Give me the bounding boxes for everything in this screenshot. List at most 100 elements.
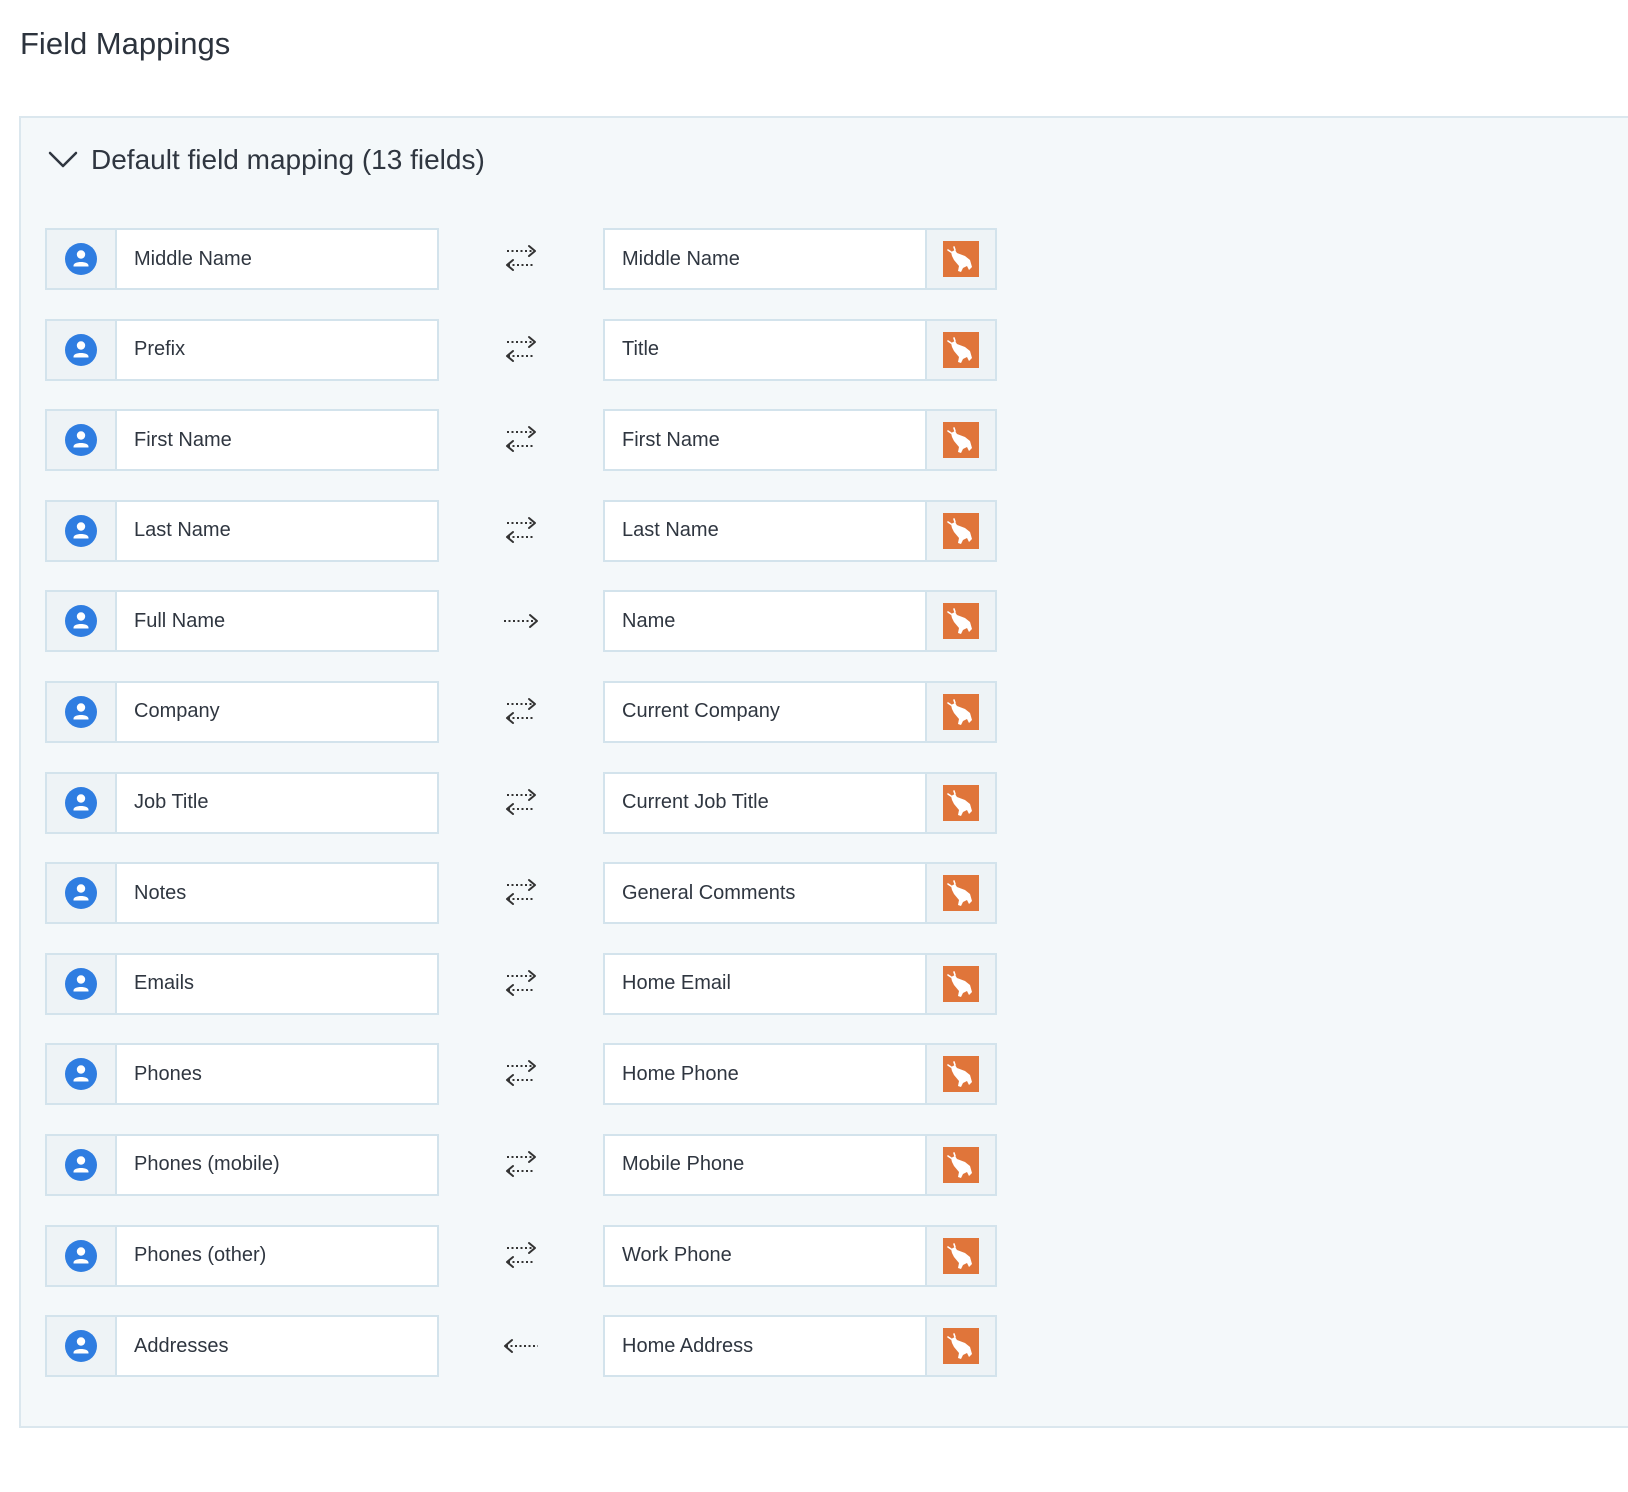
person-circle-icon: [47, 682, 117, 741]
target-field[interactable]: Home Address: [603, 1315, 997, 1378]
source-field-label: Phones (mobile): [134, 1153, 280, 1176]
mapping-row: Notes General Comments: [45, 862, 999, 925]
mapping-row: Emails Home Email: [45, 952, 999, 1015]
person-circle-icon: [47, 592, 117, 651]
target-field-label: Middle Name: [622, 247, 740, 270]
bull-logo-icon: [925, 773, 995, 832]
person-circle-icon: [47, 411, 117, 470]
mapping-row: Job Title Current Job Title: [45, 771, 999, 834]
person-circle-icon: [47, 864, 117, 923]
person-circle-icon: [47, 320, 117, 379]
two-way-arrows-icon[interactable]: [495, 873, 547, 913]
bull-logo-icon: [925, 682, 995, 741]
target-field-label: Name: [622, 609, 676, 632]
mapping-row: First Name First Name: [45, 409, 999, 472]
target-field-label: Current Job Title: [622, 791, 769, 814]
mapping-row: Full Name Name: [45, 590, 999, 653]
mapping-row: Prefix Title: [45, 318, 999, 381]
mapping-row: Middle Name Middle Name: [45, 228, 999, 290]
target-field-label: General Comments: [622, 881, 796, 904]
source-field-label: Phones (other): [134, 1244, 267, 1267]
two-way-arrows-icon[interactable]: [495, 511, 547, 551]
source-field[interactable]: Phones (other): [45, 1224, 439, 1287]
person-circle-icon: [47, 954, 117, 1013]
source-field[interactable]: Addresses: [45, 1315, 439, 1378]
page-title: Field Mappings: [20, 26, 231, 61]
target-field[interactable]: Home Phone: [603, 1043, 997, 1106]
two-way-arrows-icon[interactable]: [495, 1236, 547, 1276]
two-way-arrows-icon[interactable]: [495, 692, 547, 732]
two-way-arrows-icon[interactable]: [495, 1054, 547, 1094]
person-circle-icon: [47, 1135, 117, 1194]
target-field[interactable]: Current Company: [603, 680, 997, 743]
target-field-label: Home Email: [622, 972, 731, 995]
target-field[interactable]: Title: [603, 318, 997, 381]
target-field-label: Mobile Phone: [622, 1153, 745, 1176]
source-field-label: Middle Name: [134, 247, 252, 270]
source-field-label: Phones: [134, 1062, 202, 1085]
source-field-label: Notes: [134, 881, 187, 904]
source-field-label: Addresses: [134, 1334, 229, 1357]
arrow-left-icon[interactable]: [495, 1326, 547, 1366]
person-circle-icon: [47, 1045, 117, 1104]
two-way-arrows-icon[interactable]: [495, 964, 547, 1004]
two-way-arrows-icon[interactable]: [495, 783, 547, 823]
source-field-label: Full Name: [134, 609, 226, 632]
section-toggle[interactable]: Default field mapping (13 fields): [47, 138, 485, 182]
source-field[interactable]: Notes: [45, 862, 439, 925]
source-field[interactable]: Last Name: [45, 499, 439, 562]
bull-logo-icon: [925, 411, 995, 470]
bull-logo-icon: [925, 1317, 995, 1376]
target-field[interactable]: Name: [603, 590, 997, 653]
target-field[interactable]: General Comments: [603, 862, 997, 925]
mapping-row: Phones (other) Work Phone: [45, 1224, 999, 1287]
source-field-label: Prefix: [134, 338, 186, 361]
two-way-arrows-icon[interactable]: [495, 420, 547, 460]
two-way-arrows-icon[interactable]: [495, 330, 547, 370]
source-field[interactable]: First Name: [45, 409, 439, 472]
mapping-row: Addresses Home Address: [45, 1315, 999, 1378]
mapping-row: Phones (mobile) Mobile Phone: [45, 1133, 999, 1196]
person-circle-icon: [47, 773, 117, 832]
person-circle-icon: [47, 230, 117, 288]
target-field-label: Last Name: [622, 519, 719, 542]
source-field-label: Company: [134, 700, 220, 723]
source-field[interactable]: Company: [45, 680, 439, 743]
section-title: Default field mapping (13 fields): [91, 144, 485, 175]
target-field-label: Home Address: [622, 1334, 754, 1357]
field-mapping-panel: Default field mapping (13 fields) Middle…: [19, 116, 1628, 1428]
source-field-label: First Name: [134, 428, 232, 451]
target-field-label: Home Phone: [622, 1062, 739, 1085]
source-field[interactable]: Phones (mobile): [45, 1133, 439, 1196]
bull-logo-icon: [925, 1135, 995, 1194]
source-field[interactable]: Emails: [45, 952, 439, 1015]
two-way-arrows-icon[interactable]: [495, 239, 547, 279]
target-field[interactable]: Last Name: [603, 499, 997, 562]
mapping-row: Last Name Last Name: [45, 499, 999, 562]
target-field-label: Title: [622, 338, 660, 361]
person-circle-icon: [47, 1317, 117, 1376]
person-circle-icon: [47, 501, 117, 560]
person-circle-icon: [47, 1226, 117, 1285]
target-field[interactable]: Home Email: [603, 952, 997, 1015]
bull-logo-icon: [925, 1226, 995, 1285]
target-field[interactable]: First Name: [603, 409, 997, 472]
target-field-label: Work Phone: [622, 1244, 732, 1267]
two-way-arrows-icon[interactable]: [495, 1145, 547, 1185]
target-field[interactable]: Mobile Phone: [603, 1133, 997, 1196]
bull-logo-icon: [925, 864, 995, 923]
source-field[interactable]: Prefix: [45, 318, 439, 381]
target-field[interactable]: Current Job Title: [603, 771, 997, 834]
source-field[interactable]: Middle Name: [45, 228, 439, 290]
arrow-right-icon[interactable]: [495, 601, 547, 641]
source-field[interactable]: Full Name: [45, 590, 439, 653]
source-field[interactable]: Phones: [45, 1043, 439, 1106]
source-field[interactable]: Job Title: [45, 771, 439, 834]
bull-logo-icon: [925, 320, 995, 379]
source-field-label: Emails: [134, 972, 195, 995]
target-field[interactable]: Middle Name: [603, 228, 997, 290]
source-field-label: Job Title: [134, 791, 209, 814]
mapping-row: Company Current Company: [45, 680, 999, 743]
source-field-label: Last Name: [134, 519, 231, 542]
target-field[interactable]: Work Phone: [603, 1224, 997, 1287]
